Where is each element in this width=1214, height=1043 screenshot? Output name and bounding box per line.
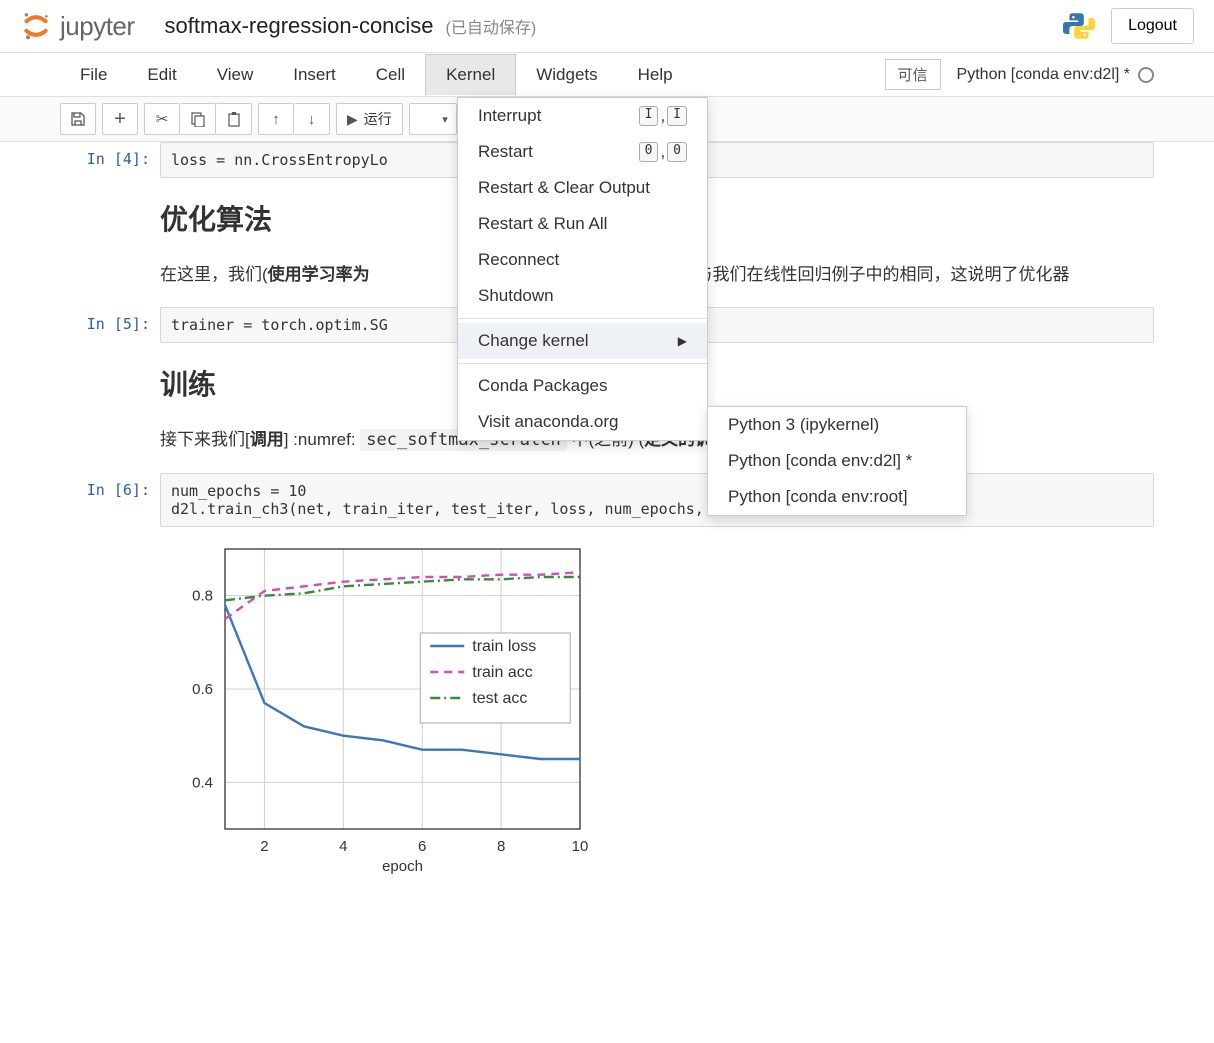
move-down-button[interactable]: ↓ [294,103,330,135]
menubar: File Edit View Insert Cell Kernel Widget… [0,53,1214,97]
svg-text:0.8: 0.8 [192,588,213,605]
svg-text:0.4: 0.4 [192,774,213,791]
separator [458,363,707,364]
autosave-status: (已自动保存) [446,14,537,38]
cut-button[interactable]: ✂ [144,103,180,135]
shortcut: I,I [639,106,687,126]
menu-widgets[interactable]: Widgets [516,55,617,95]
kernel-status-icon [1138,67,1154,83]
svg-text:8: 8 [497,838,505,855]
prompt: In [6]: [60,473,160,527]
svg-text:0.6: 0.6 [192,681,213,698]
dd-conda-packages[interactable]: Conda Packages [458,368,707,404]
kernel-option[interactable]: Python [conda env:d2l] * [708,443,966,479]
svg-text:test acc: test acc [472,690,527,707]
chart-svg: 2 4 6 8 10 0.4 0.6 0.8 epoch train loss train acc t… [160,539,600,879]
kernel-dropdown: Interrupt I,I Restart 0,0 Restart & Clea… [457,97,708,441]
menu-insert[interactable]: Insert [273,55,356,95]
dd-restart[interactable]: Restart 0,0 [458,134,707,170]
kernel-option[interactable]: Python 3 (ipykernel) [708,407,966,443]
cut-icon: ✂ [156,110,169,128]
dd-visit-anaconda[interactable]: Visit anaconda.org [458,404,707,440]
dd-shutdown[interactable]: Shutdown [458,278,707,314]
svg-text:train acc: train acc [472,664,532,681]
paste-button[interactable] [216,103,252,135]
svg-text:4: 4 [339,838,347,855]
dd-interrupt[interactable]: Interrupt I,I [458,98,707,134]
arrow-up-icon: ↑ [272,111,280,128]
svg-text:2: 2 [260,838,268,855]
logo[interactable]: jupyter [20,10,135,42]
svg-text:6: 6 [418,838,426,855]
prompt: In [4]: [60,142,160,178]
header: jupyter softmax-regression-concise (已自动保… [0,0,1214,53]
svg-text:train loss: train loss [472,638,536,655]
copy-icon [190,111,206,127]
jupyter-icon [20,10,52,42]
cell-type-select[interactable]: ▾ [409,103,457,135]
copy-button[interactable] [180,103,216,135]
save-icon [70,111,86,127]
paste-icon [226,111,242,127]
menu-kernel[interactable]: Kernel [425,54,516,95]
python-icon [1063,10,1095,42]
menu-edit[interactable]: Edit [127,55,196,95]
separator [458,318,707,319]
dd-restart-run[interactable]: Restart & Run All [458,206,707,242]
menu-view[interactable]: View [197,55,274,95]
svg-text:10: 10 [572,838,589,855]
logout-button[interactable]: Logout [1111,8,1194,44]
dd-restart-clear[interactable]: Restart & Clear Output [458,170,707,206]
add-cell-button[interactable]: + [102,103,138,135]
logo-text: jupyter [60,11,135,42]
dd-reconnect[interactable]: Reconnect [458,242,707,278]
menu-cell[interactable]: Cell [356,55,425,95]
dd-change-kernel[interactable]: Change kernel ▶ [458,323,707,359]
play-icon: ▶ [347,111,358,128]
arrow-down-icon: ↓ [308,111,316,128]
chevron-right-icon: ▶ [678,334,687,348]
chevron-down-icon: ▾ [442,113,448,126]
kernel-option[interactable]: Python [conda env:root] [708,479,966,515]
kernel-name: Python [conda env:d2l] * [957,66,1130,84]
trusted-indicator[interactable]: 可信 [885,59,941,90]
shortcut: 0,0 [639,142,687,162]
svg-text:epoch: epoch [382,858,423,875]
output-chart: 2 4 6 8 10 0.4 0.6 0.8 epoch train loss train acc t… [160,539,1154,882]
plus-icon: + [114,108,126,131]
code-input[interactable]: num_epochs = 10 d2l.train_ch3(net, train… [160,473,1154,527]
menu-help[interactable]: Help [618,55,693,95]
run-label: 运行 [364,109,392,129]
code-cell[interactable]: In [6]: num_epochs = 10 d2l.train_ch3(ne… [60,473,1154,527]
kernel-indicator[interactable]: Python [conda env:d2l] * [957,66,1154,84]
menu-file[interactable]: File [60,55,127,95]
notebook-name[interactable]: softmax-regression-concise [165,13,434,39]
save-button[interactable] [60,103,96,135]
change-kernel-submenu: Python 3 (ipykernel) Python [conda env:d… [707,406,967,516]
move-up-button[interactable]: ↑ [258,103,294,135]
prompt: In [5]: [60,307,160,343]
run-button[interactable]: ▶ 运行 [336,103,403,135]
